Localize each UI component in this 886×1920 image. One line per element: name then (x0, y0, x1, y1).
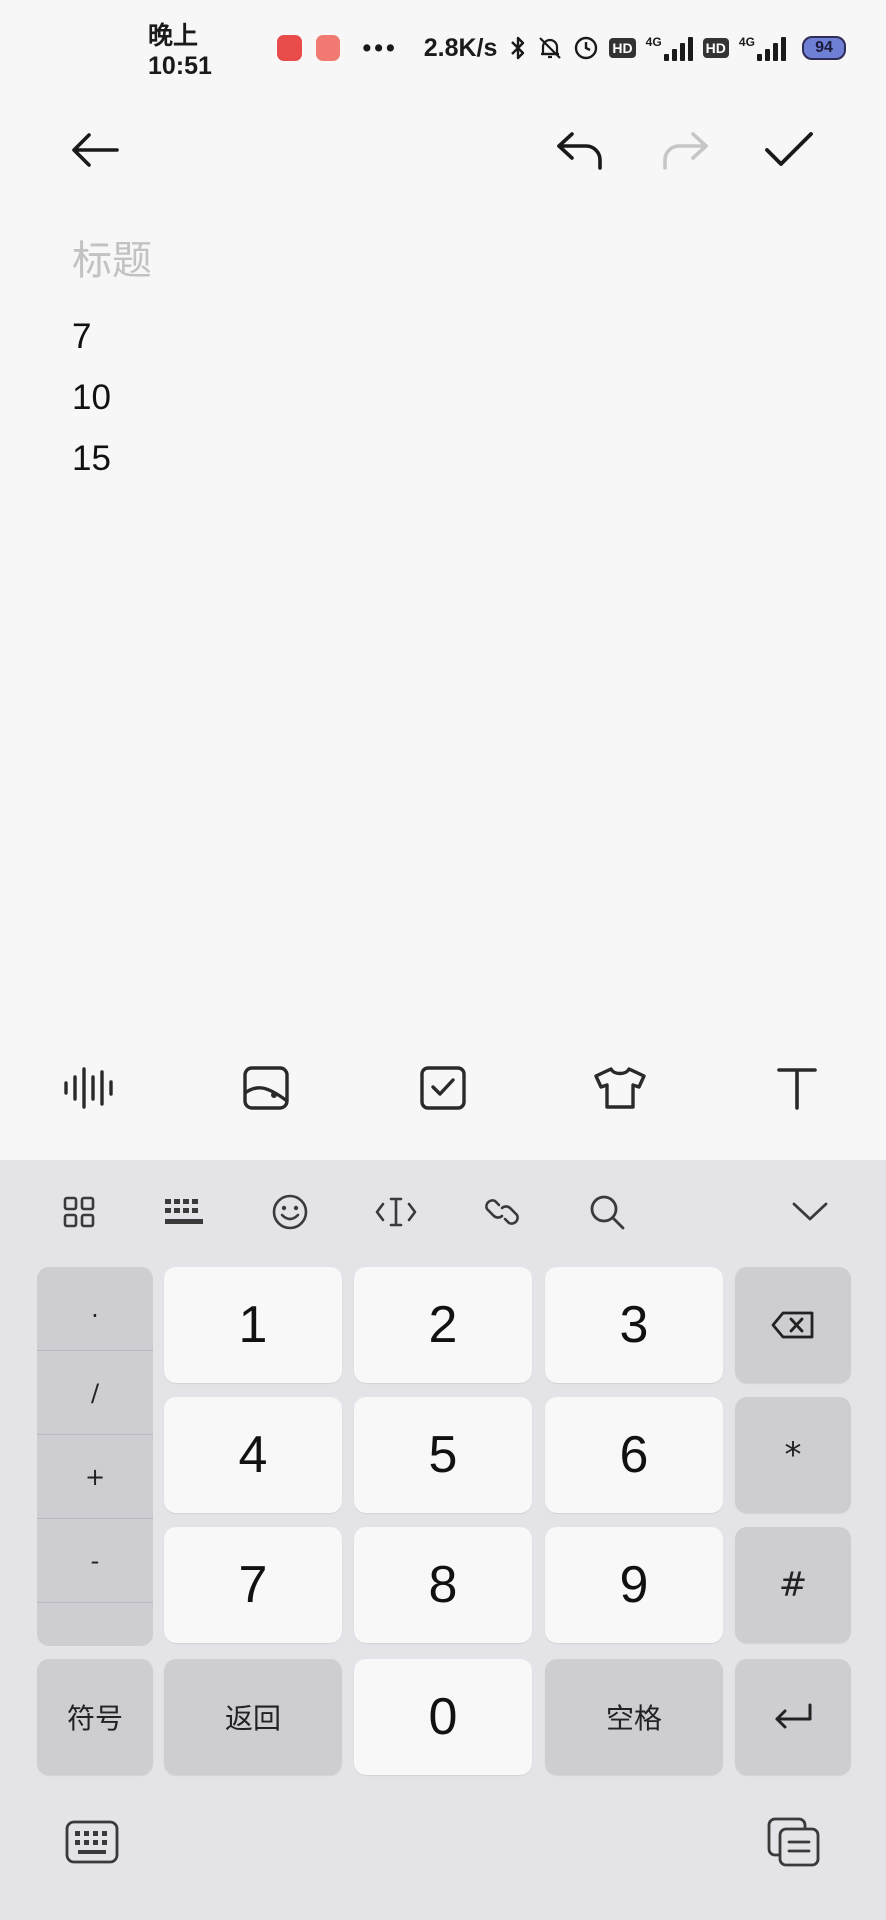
grid-menu-icon (63, 1196, 95, 1228)
format-toolbar (0, 1046, 886, 1130)
key-9[interactable]: 9 (545, 1527, 723, 1643)
editor-toolbar (0, 110, 886, 190)
key-5[interactable]: 5 (354, 1397, 532, 1513)
note-line: 7 (72, 317, 92, 356)
symbol-key-plus[interactable]: + (37, 1435, 153, 1519)
collapse-icon (792, 1202, 828, 1221)
note-line: 10 (72, 378, 111, 417)
key-6[interactable]: 6 (545, 1397, 723, 1513)
star-key[interactable]: * (735, 1397, 851, 1513)
title-input[interactable]: 标题 (72, 228, 152, 286)
symbol-key-dot[interactable]: . (37, 1267, 153, 1351)
key-1[interactable]: 1 (164, 1267, 342, 1383)
image-button[interactable] (224, 1046, 308, 1130)
hd-icon: HD (702, 38, 729, 58)
text-format-button[interactable] (755, 1046, 839, 1130)
key-3[interactable]: 3 (545, 1267, 723, 1383)
key-0[interactable]: 0 (354, 1659, 532, 1775)
keyboard-icon (65, 1820, 119, 1864)
note-body[interactable]: 7 10 15 (72, 306, 111, 489)
voice-icon (64, 1067, 113, 1109)
signal-icon: 4G (739, 35, 786, 61)
emoji-button[interactable] (260, 1182, 320, 1242)
bluetooth-icon (509, 35, 527, 61)
alarm-icon (573, 35, 599, 61)
text-format-icon (777, 1068, 817, 1110)
switch-keyboard-button[interactable] (60, 1810, 124, 1874)
symbols-key[interactable]: 符号 (37, 1659, 153, 1775)
battery-icon: 94 (801, 36, 847, 60)
symbol-key-minus[interactable]: - (37, 1519, 153, 1603)
hd-icon: HD (609, 38, 636, 58)
clipboard-icon (767, 1817, 820, 1867)
redo-icon (663, 132, 708, 170)
status-time: 晚上10:51 (148, 21, 212, 80)
enter-key[interactable] (735, 1659, 851, 1775)
keyboard-menu-button[interactable] (49, 1182, 109, 1242)
backspace-icon (771, 1311, 814, 1339)
clipboard-button[interactable] (762, 1810, 826, 1874)
check-icon (765, 132, 813, 166)
status-bar: 晚上10:51 ••• 2.8K/s HD 4G HD 4G 94 (0, 0, 886, 96)
link-button[interactable] (472, 1182, 532, 1242)
network-speed: 2.8K/s (423, 33, 498, 62)
search-icon (590, 1195, 625, 1230)
theme-button[interactable] (578, 1046, 662, 1130)
enter-icon (775, 1703, 812, 1729)
image-icon (243, 1066, 289, 1110)
symbol-column[interactable]: . / + - (37, 1267, 153, 1646)
symbol-key-slash[interactable]: / (37, 1351, 153, 1435)
keyboard-layout-icon (165, 1199, 203, 1224)
voice-button[interactable] (47, 1046, 131, 1130)
cursor-icon (375, 1197, 417, 1227)
redo-button[interactable] (645, 110, 725, 190)
key-7[interactable]: 7 (164, 1527, 342, 1643)
signal-icon: 4G (646, 35, 693, 61)
done-button[interactable] (749, 110, 829, 190)
app-notification-icon (276, 35, 302, 61)
keyboard-layout-button[interactable] (154, 1182, 214, 1242)
space-key[interactable]: 空格 (545, 1659, 723, 1775)
undo-icon (557, 132, 602, 170)
collapse-keyboard-button[interactable] (780, 1182, 840, 1242)
hash-key[interactable]: # (735, 1527, 851, 1643)
key-4[interactable]: 4 (164, 1397, 342, 1513)
checklist-icon (420, 1066, 466, 1110)
arrow-left-icon (72, 133, 119, 167)
back-button[interactable] (55, 110, 135, 190)
backspace-key[interactable] (735, 1267, 851, 1383)
key-2[interactable]: 2 (354, 1267, 532, 1383)
theme-shirt-icon (594, 1067, 646, 1109)
keyboard-toolbar (0, 1160, 886, 1266)
back-key[interactable]: 返回 (164, 1659, 342, 1775)
note-line: 15 (72, 439, 111, 478)
cursor-control-button[interactable] (366, 1182, 426, 1242)
checklist-button[interactable] (401, 1046, 485, 1130)
more-notifications-icon: ••• (362, 33, 398, 62)
link-icon (485, 1199, 519, 1225)
mute-bell-icon (537, 35, 563, 61)
key-8[interactable]: 8 (354, 1527, 532, 1643)
app-notification-icon (315, 35, 341, 61)
undo-button[interactable] (540, 110, 620, 190)
search-button[interactable] (577, 1182, 637, 1242)
emoji-icon (272, 1194, 308, 1230)
